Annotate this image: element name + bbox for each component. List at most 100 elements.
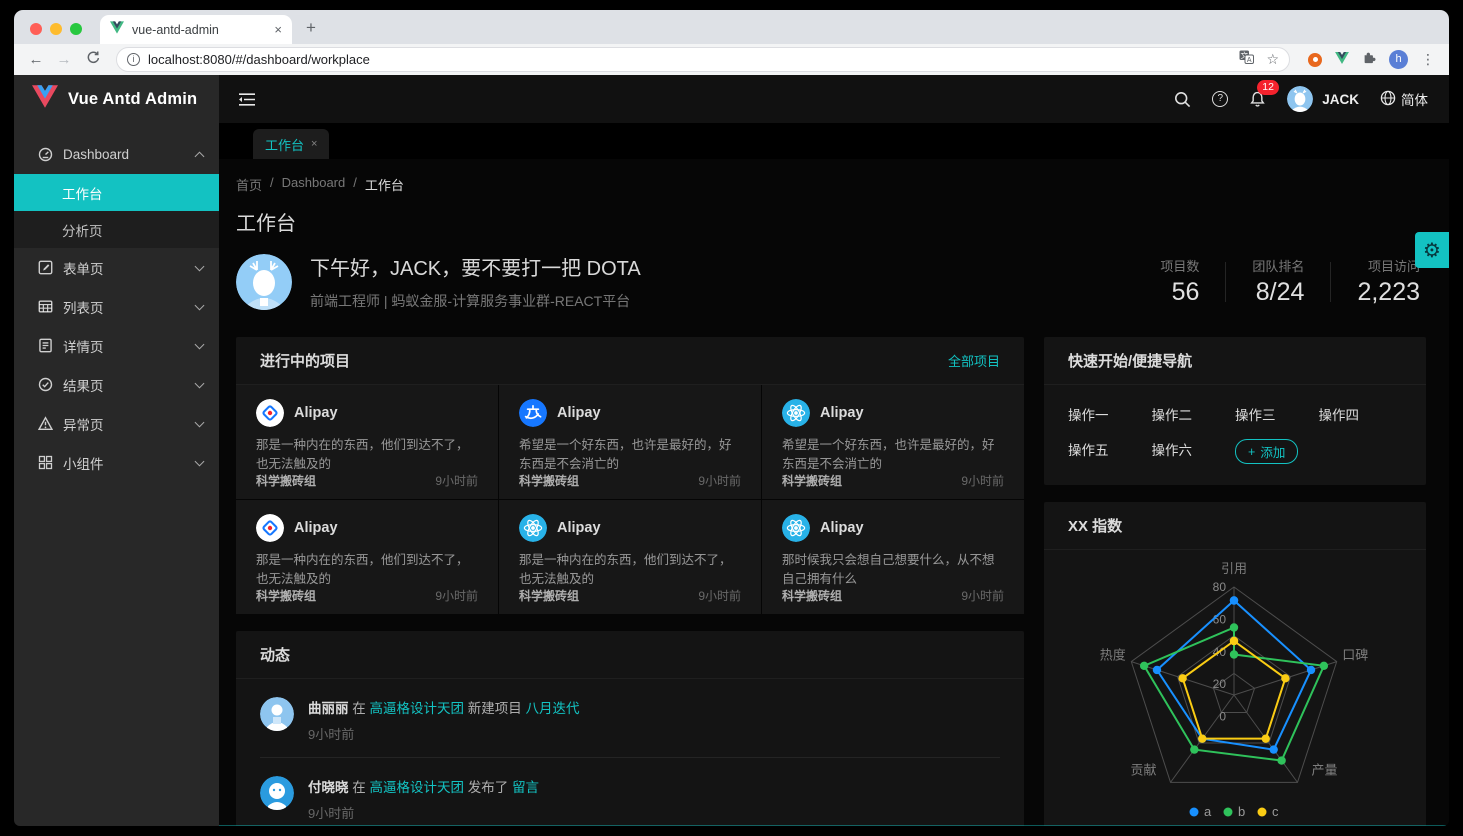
site-info-icon[interactable]: i xyxy=(127,53,140,66)
project-desc: 那是一种内在的东西，他们到达不了，也无法触及的 xyxy=(256,551,478,587)
page-tab-label: 工作台 xyxy=(265,135,304,154)
url-text[interactable]: localhost:8080/#/dashboard/workplace xyxy=(148,52,1231,67)
alipay-logo-icon xyxy=(519,399,547,427)
notification-bell-icon[interactable]: 12 xyxy=(1249,90,1266,108)
browser-profile-avatar[interactable]: h xyxy=(1389,50,1408,69)
sidebar-item-forms[interactable]: 表单页 xyxy=(14,248,219,287)
svg-text:b: b xyxy=(1238,804,1245,819)
project-group[interactable]: 科学搬砖组 xyxy=(519,472,579,489)
puzzle-extensions-icon[interactable] xyxy=(1362,50,1376,69)
radar-chart[interactable]: 引用口碑产量贡献热度806040200abc xyxy=(1044,550,1426,826)
user-menu[interactable]: JACK xyxy=(1287,86,1359,112)
quick-nav-title: 快速开始/便捷导航 xyxy=(1068,350,1192,371)
all-projects-link[interactable]: 全部项目 xyxy=(948,351,1000,370)
activity-group-link[interactable]: 高逼格设计天团 xyxy=(370,780,465,795)
sidebar-item-dashboard[interactable]: Dashboard xyxy=(14,135,219,174)
breadcrumb-dashboard[interactable]: Dashboard xyxy=(282,175,346,194)
project-name[interactable]: Alipay xyxy=(557,405,601,421)
project-name[interactable]: Alipay xyxy=(557,520,601,536)
extension-icon[interactable] xyxy=(1308,53,1322,67)
projects-panel: 进行中的项目 全部项目 Alipay那是一种内在的东西，他们到达不了，也无法触及… xyxy=(236,337,1024,614)
activity-target-link[interactable]: 留言 xyxy=(512,780,539,795)
project-desc: 那时候我只会想自己想要什么，从不想自己拥有什么 xyxy=(782,551,1004,587)
browser-tab[interactable]: vue-antd-admin × xyxy=(100,15,292,44)
profile-icon xyxy=(38,338,53,353)
menu-fold-icon[interactable] xyxy=(238,92,256,107)
page-tab-workplace[interactable]: 工作台 × xyxy=(253,129,329,159)
app-root: Vue Antd Admin Dashboard 工作台 分析页 xyxy=(14,75,1449,826)
close-window-button[interactable] xyxy=(30,23,42,35)
settings-gear-button[interactable]: ⚙ xyxy=(1415,232,1449,268)
brand[interactable]: Vue Antd Admin xyxy=(14,75,219,123)
url-bar[interactable]: i localhost:8080/#/dashboard/workplace 文… xyxy=(116,47,1290,72)
op-link[interactable]: 操作四 xyxy=(1319,404,1403,424)
project-card[interactable]: Alipay那是一种内在的东西，他们到达不了，也无法触及的科学搬砖组9小时前 xyxy=(236,500,498,614)
activity-target-link[interactable]: 八月迭代 xyxy=(526,701,580,716)
sidebar-item-workplace[interactable]: 工作台 xyxy=(14,174,219,211)
check-circle-icon xyxy=(38,377,53,392)
reload-icon[interactable] xyxy=(80,50,104,69)
search-icon[interactable] xyxy=(1174,91,1191,108)
op-link[interactable]: 操作一 xyxy=(1068,404,1152,424)
forward-icon[interactable]: → xyxy=(52,51,76,68)
project-group[interactable]: 科学搬砖组 xyxy=(256,587,316,604)
locale-label: 简体 xyxy=(1401,89,1428,109)
page-tab-close-icon[interactable]: × xyxy=(311,138,317,150)
sidebar-item-details[interactable]: 详情页 xyxy=(14,326,219,365)
stat-value: 2,223 xyxy=(1357,278,1420,307)
project-card[interactable]: Alipay那是一种内在的东西，他们到达不了，也无法触及的科学搬砖组9小时前 xyxy=(236,385,498,499)
sidebar-item-widgets[interactable]: 小组件 xyxy=(14,443,219,482)
form-icon xyxy=(38,260,53,275)
op-link[interactable]: 操作五 xyxy=(1068,439,1152,464)
zoom-window-button[interactable] xyxy=(70,23,82,35)
activity-panel: 动态 曲丽丽 在 xyxy=(236,631,1024,826)
sidebar-item-label: 详情页 xyxy=(63,336,186,356)
translate-icon[interactable]: 文A xyxy=(1239,50,1254,69)
locale-switcher[interactable]: 简体 xyxy=(1380,89,1428,109)
sidebar-item-analysis[interactable]: 分析页 xyxy=(14,211,219,248)
op-link[interactable]: 操作六 xyxy=(1152,439,1236,464)
activity-item: 曲丽丽 在 高逼格设计天团 新建项目 八月迭代 9小时前 xyxy=(260,679,1000,758)
project-card[interactable]: Alipay那时候我只会想自己想要什么，从不想自己拥有什么科学搬砖组9小时前 xyxy=(762,500,1024,614)
react-logo-icon xyxy=(782,514,810,542)
project-name[interactable]: Alipay xyxy=(294,520,338,536)
vue-devtools-icon[interactable] xyxy=(1335,51,1349,69)
add-button[interactable]: + 添加 xyxy=(1235,439,1298,464)
role-text: 前端工程师 | 蚂蚁金服-计算服务事业群-REACT平台 xyxy=(310,291,1134,311)
activity-user[interactable]: 曲丽丽 xyxy=(308,701,349,716)
block-icon xyxy=(38,455,53,470)
sidebar-item-lists[interactable]: 列表页 xyxy=(14,287,219,326)
radar-title: XX 指数 xyxy=(1068,515,1122,536)
op-link[interactable]: 操作二 xyxy=(1152,404,1236,424)
op-link[interactable]: 操作三 xyxy=(1235,404,1319,424)
sidebar-item-results[interactable]: 结果页 xyxy=(14,365,219,404)
project-group[interactable]: 科学搬砖组 xyxy=(782,472,842,489)
stat-team-rank: 团队排名 8/24 xyxy=(1226,256,1330,307)
project-name[interactable]: Alipay xyxy=(294,405,338,421)
minimize-window-button[interactable] xyxy=(50,23,62,35)
radar-panel: XX 指数 引用口碑产量贡献热度806040200abc xyxy=(1044,502,1426,826)
tab-close-icon[interactable]: × xyxy=(274,23,282,36)
svg-text:0: 0 xyxy=(1219,710,1226,724)
sidebar-item-label: 表单页 xyxy=(63,258,186,278)
help-icon[interactable]: ? xyxy=(1212,91,1228,107)
browser-menu-icon[interactable]: ⋮ xyxy=(1421,51,1435,68)
sidebar-item-exception[interactable]: 异常页 xyxy=(14,404,219,443)
new-tab-button[interactable]: + xyxy=(292,18,316,44)
project-card[interactable]: Alipay希望是一个好东西，也许是最好的，好东西是不会消亡的科学搬砖组9小时前 xyxy=(762,385,1024,499)
main-area: ? 12 JACK 简体 xyxy=(219,75,1449,826)
breadcrumb-home[interactable]: 首页 xyxy=(236,175,262,194)
react-logo-icon xyxy=(782,399,810,427)
project-card[interactable]: Alipay那是一种内在的东西，他们到达不了，也无法触及的科学搬砖组9小时前 xyxy=(499,500,761,614)
project-group[interactable]: 科学搬砖组 xyxy=(256,472,316,489)
back-icon[interactable]: ← xyxy=(24,51,48,68)
project-group[interactable]: 科学搬砖组 xyxy=(519,587,579,604)
bookmark-star-icon[interactable]: ☆ xyxy=(1266,51,1279,68)
project-name[interactable]: Alipay xyxy=(820,405,864,421)
activity-user[interactable]: 付晓晓 xyxy=(308,780,349,795)
project-name[interactable]: Alipay xyxy=(820,520,864,536)
project-card[interactable]: Alipay希望是一个好东西，也许是最好的，好东西是不会消亡的科学搬砖组9小时前 xyxy=(499,385,761,499)
browser-toolbar: ← → i localhost:8080/#/dashboard/workpla… xyxy=(14,44,1449,75)
project-group[interactable]: 科学搬砖组 xyxy=(782,587,842,604)
activity-group-link[interactable]: 高逼格设计天团 xyxy=(370,701,465,716)
